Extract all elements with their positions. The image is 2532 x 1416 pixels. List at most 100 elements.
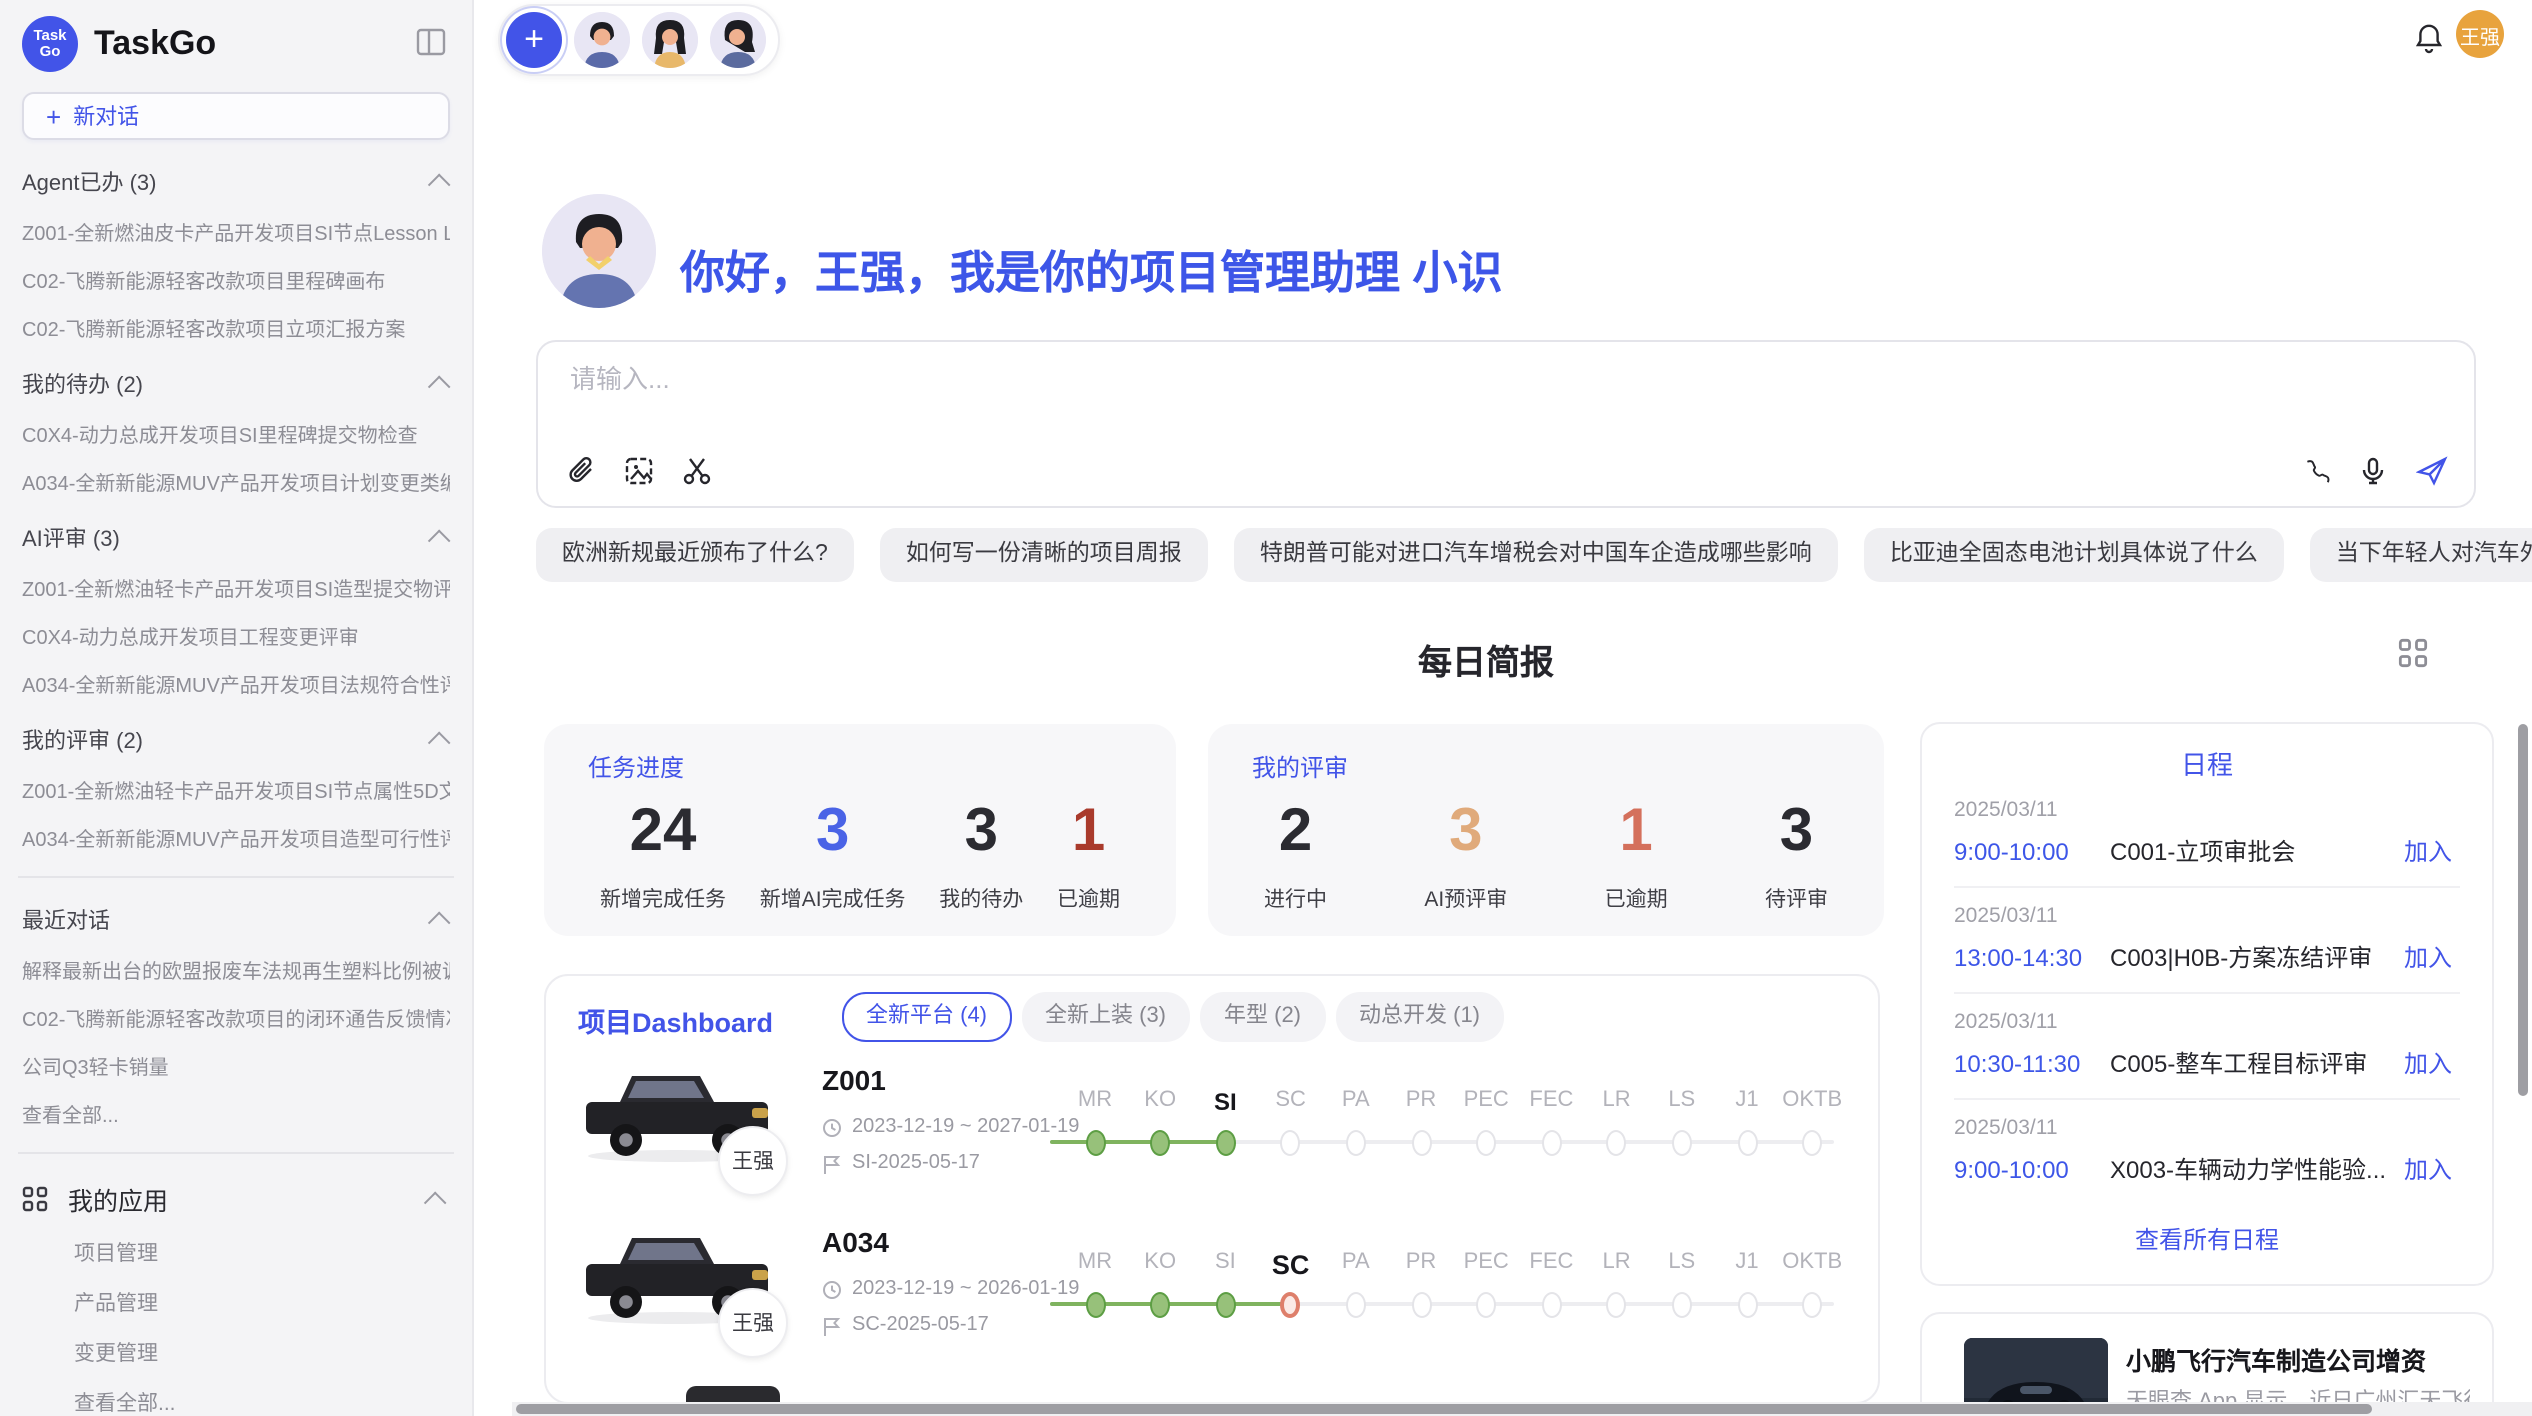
chat-input[interactable] bbox=[566, 362, 1974, 396]
milestone-dot bbox=[1737, 1129, 1757, 1155]
image-icon[interactable] bbox=[624, 456, 654, 486]
section-header-agent-done[interactable]: Agent已办 (3) bbox=[22, 166, 450, 198]
section-label: Agent已办 (3) bbox=[22, 166, 157, 198]
divider bbox=[18, 876, 454, 878]
schedule-time: 13:00-14:30 bbox=[1954, 943, 2110, 971]
tab-new-body[interactable]: 全新上装 (3) bbox=[1021, 992, 1190, 1042]
stat: 2 进行中 bbox=[1264, 798, 1327, 914]
list-item[interactable]: C0X4-动力总成开发项目SI里程碑提交物检查 bbox=[22, 418, 450, 448]
list-item[interactable]: C02-飞腾新能源轻客改款项目里程碑画布 bbox=[22, 264, 450, 294]
milestone-track: MRKOSISCPAPRPECFECLRLSJ1OKTB bbox=[1050, 1088, 1850, 1172]
schedule-time: 9:00-10:00 bbox=[1954, 837, 2110, 865]
stat-value: 3 bbox=[1449, 798, 1482, 866]
stat: 3 待评审 bbox=[1765, 798, 1828, 914]
tab-all-new-platform[interactable]: 全新平台 (4) bbox=[842, 992, 1011, 1042]
sidebar-item-change-mgmt[interactable]: 变更管理 bbox=[74, 1338, 450, 1368]
milestone-label: OKTB bbox=[1764, 1250, 1860, 1274]
list-item[interactable]: 查看全部... bbox=[22, 1098, 450, 1128]
paperclip-icon[interactable] bbox=[566, 456, 596, 486]
news-card[interactable]: 小鹏飞行汽车制造公司增资 天眼查 App 显示，近日广州汇天飞行汽... bbox=[1920, 1312, 2494, 1416]
list-item[interactable]: Z001-全新燃油轻卡产品开发项目SI节点属性5D文件评审 bbox=[22, 774, 450, 804]
horizontal-scrollbar-thumb[interactable] bbox=[516, 1404, 2372, 1414]
list-item[interactable]: A034-全新新能源MUV产品开发项目法规符合性评审 bbox=[22, 668, 450, 698]
list-item[interactable]: C02-飞腾新能源轻客改款项目立项汇报方案 bbox=[22, 312, 450, 342]
layout-grid-icon[interactable] bbox=[2398, 638, 2428, 668]
phone-icon[interactable] bbox=[2300, 456, 2330, 486]
add-agent-button[interactable]: + bbox=[506, 12, 562, 68]
input-action-tools bbox=[2300, 456, 2446, 486]
milestone-dot bbox=[1476, 1129, 1496, 1155]
join-meeting-link[interactable]: 加入 bbox=[2404, 940, 2460, 974]
suggestion-chip[interactable]: 欧洲新规最近颁布了什么? bbox=[536, 528, 854, 582]
greeting-text: 你好，王强，我是你的项目管理助理 小识 bbox=[680, 238, 1503, 302]
chevron-up-icon bbox=[428, 174, 451, 197]
list-item[interactable]: Z001-全新燃油皮卡产品开发项目SI节点Lesson Learn报告 bbox=[22, 216, 450, 246]
sidebar-item-my-apps[interactable]: 我的应用 bbox=[22, 1180, 450, 1218]
suggestion-chip[interactable]: 当下年轻人对汽车外观有怎样的喜好趋势 bbox=[2310, 528, 2532, 582]
new-chat-button[interactable]: + 新对话 bbox=[22, 92, 450, 140]
milestone-dot bbox=[1672, 1291, 1692, 1317]
schedule-date: 2025/03/11 bbox=[1954, 1010, 2460, 1034]
vertical-scrollbar-thumb[interactable] bbox=[2518, 724, 2528, 1096]
clock-icon bbox=[822, 1117, 842, 1137]
agent-avatar-3[interactable] bbox=[710, 12, 766, 68]
section-header-ai-review[interactable]: AI评审 (3) bbox=[22, 522, 450, 554]
list-item[interactable]: C0X4-动力总成开发项目工程变更评审 bbox=[22, 620, 450, 650]
project-owner-badge: 王强 bbox=[718, 1126, 788, 1196]
schedule-panel: 日程 2025/03/11 9:00-10:00 C001-立项审批会 加入 2… bbox=[1920, 722, 2494, 1286]
assistant-avatar bbox=[542, 194, 656, 308]
microphone-icon[interactable] bbox=[2358, 456, 2388, 486]
user-avatar[interactable]: 王强 bbox=[2456, 10, 2504, 58]
divider bbox=[18, 1152, 454, 1154]
sidebar-item-project-mgmt[interactable]: 项目管理 bbox=[74, 1238, 450, 1268]
stat-label: 新增AI完成任务 bbox=[760, 884, 906, 914]
project-owner-badge: 王强 bbox=[718, 1288, 788, 1358]
section-header-my-review[interactable]: 我的评审 (2) bbox=[22, 724, 450, 756]
milestone-track: MRKOSISCPAPRPECFECLRLSJ1OKTB bbox=[1050, 1250, 1850, 1334]
list-item[interactable]: A034-全新新能源MUV产品开发项目计划变更类编写 bbox=[22, 466, 450, 496]
sidebar-item-view-all-apps[interactable]: 查看全部... bbox=[74, 1388, 450, 1416]
join-meeting-link[interactable]: 加入 bbox=[2404, 1046, 2460, 1080]
horizontal-scrollbar[interactable] bbox=[512, 1402, 2532, 1416]
stat-label: 已逾期 bbox=[1605, 884, 1668, 914]
notifications-bell-icon[interactable] bbox=[2414, 22, 2444, 54]
list-item[interactable]: C02-飞腾新能源轻客改款项目的闭环通告反馈情况 bbox=[22, 1002, 450, 1032]
schedule-date: 2025/03/11 bbox=[1954, 798, 2460, 822]
agent-avatar-2[interactable] bbox=[642, 12, 698, 68]
section-header-my-todo[interactable]: 我的待办 (2) bbox=[22, 368, 450, 400]
sidebar-collapse-icon[interactable] bbox=[416, 28, 446, 56]
tab-powertrain[interactable]: 动总开发 (1) bbox=[1335, 992, 1504, 1042]
send-icon[interactable] bbox=[2416, 456, 2446, 486]
project-code: A034 bbox=[822, 1226, 889, 1258]
app-window: Task Go TaskGo + 新对话 Agent已办 (3) Z001-全新… bbox=[0, 0, 2532, 1416]
stat-value: 1 bbox=[1619, 798, 1652, 866]
suggestion-chip[interactable]: 特朗普可能对进口汽车增税会对中国车企造成哪些影响 bbox=[1234, 528, 1838, 582]
list-item[interactable]: A034-全新新能源MUV产品开发项目造型可行性评审 bbox=[22, 822, 450, 852]
milestone-dot bbox=[1411, 1129, 1431, 1155]
stat-label: 待评审 bbox=[1765, 884, 1828, 914]
section-header-recent-chats[interactable]: 最近对话 bbox=[22, 904, 450, 936]
view-all-schedule-link[interactable]: 查看所有日程 bbox=[1954, 1204, 2460, 1274]
section-label: 我的待办 (2) bbox=[22, 368, 143, 400]
project-dates: 2023-12-19 ~ 2026-01-19 bbox=[822, 1278, 1079, 1300]
join-meeting-link[interactable]: 加入 bbox=[2404, 834, 2460, 868]
milestone-dot bbox=[1607, 1291, 1627, 1317]
milestone-dot bbox=[1802, 1129, 1822, 1155]
tab-year-model[interactable]: 年型 (2) bbox=[1200, 992, 1325, 1042]
scissors-icon[interactable] bbox=[682, 456, 712, 486]
suggestion-chip[interactable]: 比亚迪全固态电池计划具体说了什么 bbox=[1864, 528, 2284, 582]
news-title: 小鹏飞行汽车制造公司增资 bbox=[2126, 1340, 2426, 1378]
schedule-name: C001-立项审批会 bbox=[2110, 834, 2404, 868]
milestone-dot bbox=[1672, 1129, 1692, 1155]
dashboard-tabs: 全新平台 (4) 全新上装 (3) 年型 (2) 动总开发 (1) bbox=[842, 992, 1504, 1042]
sidebar-item-product-mgmt[interactable]: 产品管理 bbox=[74, 1288, 450, 1318]
list-item[interactable]: 解释最新出台的欧盟报废车法规再生塑料比例被调至15%... bbox=[22, 954, 450, 984]
list-item[interactable]: Z001-全新燃油轻卡产品开发项目SI造型提交物评审 bbox=[22, 572, 450, 602]
agent-avatars-bar: + bbox=[498, 4, 780, 76]
chevron-up-icon bbox=[424, 1191, 447, 1214]
join-meeting-link[interactable]: 加入 bbox=[2404, 1152, 2460, 1186]
list-item[interactable]: 公司Q3轻卡销量 bbox=[22, 1050, 450, 1080]
suggestion-chip[interactable]: 如何写一份清晰的项目周报 bbox=[880, 528, 1208, 582]
agent-avatar-1[interactable] bbox=[574, 12, 630, 68]
stat-value: 3 bbox=[816, 798, 849, 866]
